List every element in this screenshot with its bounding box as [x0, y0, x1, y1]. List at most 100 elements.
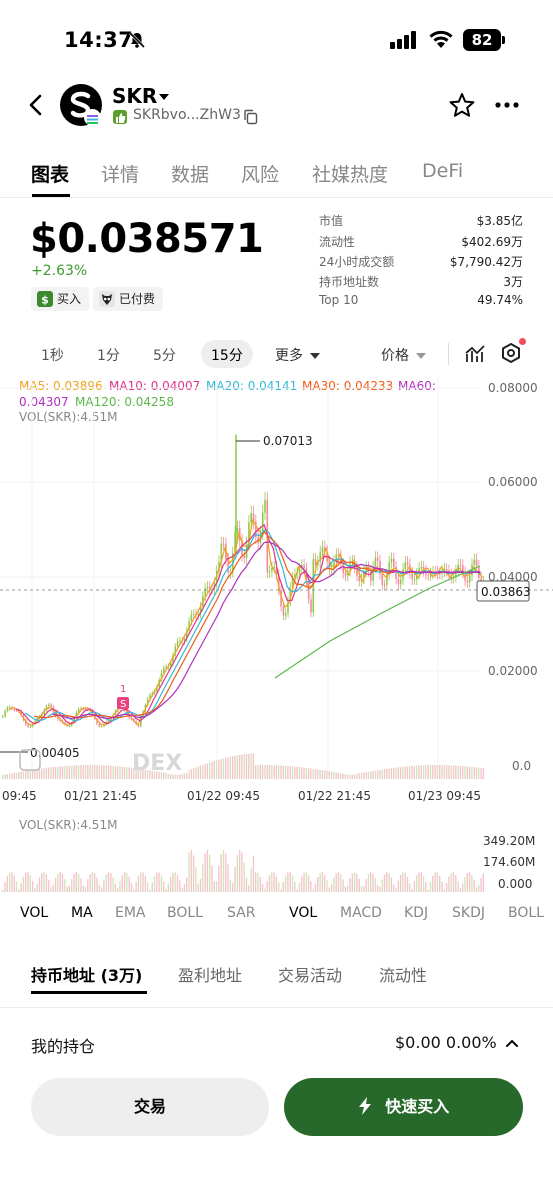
volume-subchart-bar	[149, 889, 151, 892]
volume-bar	[126, 767, 128, 779]
ma30-line	[34, 531, 481, 719]
timeframe-1s[interactable]: 1秒	[41, 345, 64, 365]
chart-type-icon[interactable]	[464, 343, 486, 365]
volume-bar	[252, 753, 255, 779]
favorite-star-icon[interactable]	[449, 92, 475, 118]
volume-subchart-bar	[179, 880, 181, 892]
volume-bar	[324, 770, 326, 779]
settings-gear-icon[interactable]	[500, 342, 522, 364]
volume-bar	[427, 765, 429, 779]
candle-body	[176, 641, 179, 647]
volume-subchart-bar	[416, 875, 418, 892]
candle-body	[381, 573, 384, 585]
indicator-kdj[interactable]: KDJ	[404, 905, 428, 921]
volume-bar	[105, 765, 107, 779]
volume-bar	[225, 757, 227, 779]
timeframe-1m[interactable]: 1分	[97, 345, 120, 365]
quick-buy-button[interactable]: 快速买入	[284, 1078, 523, 1136]
volume-subchart-bar	[358, 878, 360, 892]
more-options-icon[interactable]	[495, 102, 519, 108]
indicator-vol[interactable]: VOL	[20, 905, 48, 921]
volume-subchart-bar	[379, 887, 381, 892]
volume-subchart-bar	[455, 875, 457, 892]
volume-subchart-bar	[36, 883, 38, 892]
tab-details[interactable]: 详情	[101, 160, 139, 187]
volume-bar	[372, 770, 374, 779]
volume-subchart-bar	[459, 888, 462, 892]
indicator-ma[interactable]: MA	[71, 905, 93, 921]
indicator-boll[interactable]: BOLL	[167, 905, 203, 921]
indicator-boll[interactable]: BOLL	[508, 905, 544, 921]
volume-subchart-bar	[123, 872, 126, 892]
volume-subchart-bar	[298, 882, 301, 892]
volume-subchart-bar	[64, 879, 66, 892]
volume-bar	[229, 756, 232, 779]
volume-bar	[374, 770, 376, 779]
volume-subchart-bar	[395, 887, 397, 892]
volume-bar	[4, 774, 6, 779]
buy-badge[interactable]: $ 买入	[31, 287, 90, 311]
back-arrow-icon[interactable]	[26, 93, 46, 117]
y-axis-tick: 0.02000	[488, 664, 538, 678]
volume-bar	[386, 768, 388, 779]
volume-bar	[462, 766, 464, 779]
indicator-macd[interactable]: MACD	[340, 905, 382, 921]
volume-bar	[243, 754, 245, 779]
volume-bar	[199, 765, 202, 779]
volume-subchart-bar	[218, 865, 220, 892]
volume-bar	[333, 772, 335, 779]
tab-chart[interactable]: 图表	[31, 160, 69, 187]
token-dropdown-caret-icon[interactable]	[158, 92, 170, 102]
buy-badge-label: 买入	[57, 292, 82, 306]
volume-subchart-bar	[181, 887, 183, 892]
token-name[interactable]: SKR	[112, 84, 157, 108]
volume-subchart-bar	[13, 875, 15, 892]
volume-bar	[452, 765, 455, 779]
volume-subchart-bar	[66, 886, 68, 892]
tab-profit-addresses[interactable]: 盈利地址	[178, 962, 242, 986]
x-axis-tick: 09:45	[2, 789, 37, 803]
indicator-ema[interactable]: EMA	[115, 905, 146, 921]
candle-body	[445, 568, 448, 571]
tab-social[interactable]: 社媒热度	[312, 160, 388, 187]
volume-bar	[278, 765, 280, 779]
timeframe-15m[interactable]: 15分	[211, 345, 243, 365]
tab-trade-activity[interactable]: 交易活动	[278, 962, 342, 986]
volume-subchart-bar	[225, 853, 227, 892]
volume-subchart-bar	[243, 862, 245, 892]
timeframe-more[interactable]: 更多	[275, 345, 321, 365]
price-chart[interactable]: 0.080000.060000.040000.020000.009:45 01/2…	[0, 376, 553, 806]
trade-button[interactable]: 交易	[31, 1078, 269, 1136]
timeframe-5m[interactable]: 5分	[153, 345, 176, 365]
volume-axis-tick: 174.60M	[483, 855, 535, 869]
tab-data[interactable]: 数据	[171, 160, 209, 187]
volume-bar	[11, 773, 13, 779]
volume-subchart-bar	[94, 873, 96, 892]
tab-liquidity[interactable]: 流动性	[379, 962, 427, 986]
moving-average-lines	[8, 518, 484, 726]
volume-subchart-bar	[473, 880, 475, 892]
volume-bar	[284, 765, 287, 779]
volume-bar	[388, 768, 390, 779]
indicator-vol[interactable]: VOL	[289, 905, 317, 921]
copy-icon[interactable]	[243, 109, 259, 125]
chevron-up-icon[interactable]	[505, 1038, 519, 1048]
volume-bar	[436, 765, 439, 779]
paid-badge[interactable]: 已付费	[93, 287, 164, 311]
volume-bar	[236, 755, 238, 779]
volume-bar	[227, 757, 229, 779]
indicator-sar[interactable]: SAR	[227, 905, 255, 921]
volume-chart[interactable]: 349.20M 174.60M 0.000	[0, 810, 553, 895]
volume-bar	[71, 765, 73, 779]
indicator-skdj[interactable]: SKDJ	[452, 905, 485, 921]
volume-subchart-bar	[172, 872, 174, 892]
candle-body	[204, 588, 206, 597]
tab-risk[interactable]: 风险	[241, 160, 279, 187]
volume-subchart-bar	[87, 879, 89, 892]
volume-subchart-bar	[190, 850, 192, 892]
price-selector[interactable]: 价格	[381, 345, 427, 365]
candle-body	[261, 512, 264, 534]
volume-subchart-bar	[31, 880, 34, 892]
tab-holders[interactable]: 持币地址 (3万)	[31, 962, 142, 986]
tab-defi[interactable]: DeFi	[422, 160, 463, 182]
